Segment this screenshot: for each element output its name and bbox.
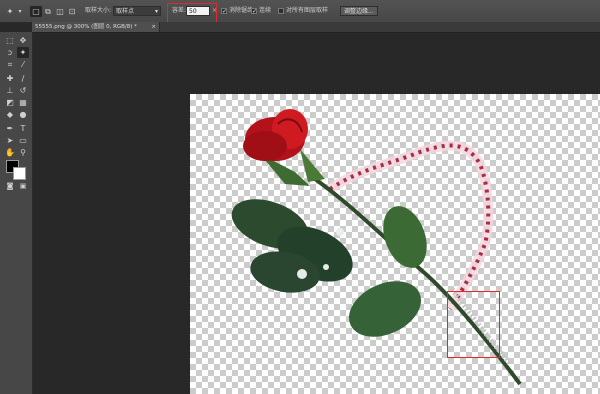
marquee-tool-icon[interactable]: ⬚: [4, 35, 16, 46]
antialias-checkbox[interactable]: ✓: [221, 8, 227, 15]
path-selection-tool-icon[interactable]: ➤: [4, 135, 16, 146]
document-tab[interactable]: 55555.png @ 300% (图层 0, RGB/8) * ×: [32, 22, 160, 32]
preset-dropdown-icon[interactable]: ▾: [14, 6, 26, 17]
sample-size-label: 取样大小:: [85, 7, 112, 14]
move-tool-icon[interactable]: ✥: [17, 35, 29, 46]
subtract-selection-icon[interactable]: ◫: [54, 6, 66, 17]
zoom-tool-icon[interactable]: ⚲: [17, 147, 29, 158]
intersect-selection-icon[interactable]: ⊡: [66, 6, 78, 17]
toolbox: ⬚ ✥ ↄ ✦ ⌗ ⁄ ✚ ∕ ⊥ ↺ ◩ ▦ ◆ ● ✒ T ➤ ▭ ✋ ⚲ …: [0, 32, 33, 394]
brush-tool-icon[interactable]: ∕: [17, 73, 29, 84]
history-brush-tool-icon[interactable]: ↺: [17, 85, 29, 96]
document-tab-title: 55555.png @ 300% (图层 0, RGB/8) *: [35, 24, 137, 30]
document-canvas[interactable]: [190, 94, 600, 394]
refine-edge-button[interactable]: 调整边缘...: [340, 6, 378, 16]
shape-tool-icon[interactable]: ▭: [17, 135, 29, 146]
hand-tool-icon[interactable]: ✋: [4, 147, 16, 158]
magic-wand-tool-icon[interactable]: ✦: [17, 47, 29, 58]
contiguous-checkbox[interactable]: ✓: [251, 8, 257, 15]
document-tab-bar: 55555.png @ 300% (图层 0, RGB/8) * ×: [32, 22, 600, 33]
pen-tool-icon[interactable]: ✒: [4, 123, 16, 134]
sample-size-value: 取样点: [116, 8, 135, 15]
background-color-swatch[interactable]: [13, 167, 26, 180]
blur-tool-icon[interactable]: ◆: [4, 109, 16, 120]
screen-mode-icon[interactable]: ▣: [17, 181, 29, 192]
options-bar: ✦ ▾ ▢ ⧉ ◫ ⊡ 取样大小: 取样点 ▾ 容差: 50 × ✓ 消除锯齿 …: [0, 0, 600, 23]
gradient-tool-icon[interactable]: ▦: [17, 97, 29, 108]
crop-tool-icon[interactable]: ⌗: [4, 59, 16, 70]
sample-size-select[interactable]: 取样点 ▾: [113, 6, 161, 16]
quick-mask-icon[interactable]: ◙: [4, 181, 16, 192]
rose-heart-image: [231, 109, 522, 386]
antialias-label: 消除锯齿: [229, 7, 254, 14]
all-layers-checkbox[interactable]: [278, 8, 284, 14]
chevron-down-icon: ▾: [154, 8, 158, 15]
selection-highlight-box: [447, 291, 500, 358]
clone-stamp-tool-icon[interactable]: ⊥: [4, 85, 16, 96]
healing-brush-tool-icon[interactable]: ✚: [4, 73, 16, 84]
lasso-tool-icon[interactable]: ↄ: [4, 47, 16, 58]
new-selection-icon[interactable]: ▢: [30, 6, 42, 17]
eyedropper-tool-icon[interactable]: ⁄: [17, 59, 29, 70]
add-to-selection-icon[interactable]: ⧉: [42, 6, 54, 17]
all-layers-label: 对所有图层取样: [286, 7, 329, 14]
eraser-tool-icon[interactable]: ◩: [4, 97, 16, 108]
contiguous-label: 连续: [259, 7, 272, 14]
close-icon[interactable]: ×: [151, 22, 156, 32]
type-tool-icon[interactable]: T: [17, 123, 29, 134]
dodge-tool-icon[interactable]: ●: [17, 109, 29, 120]
